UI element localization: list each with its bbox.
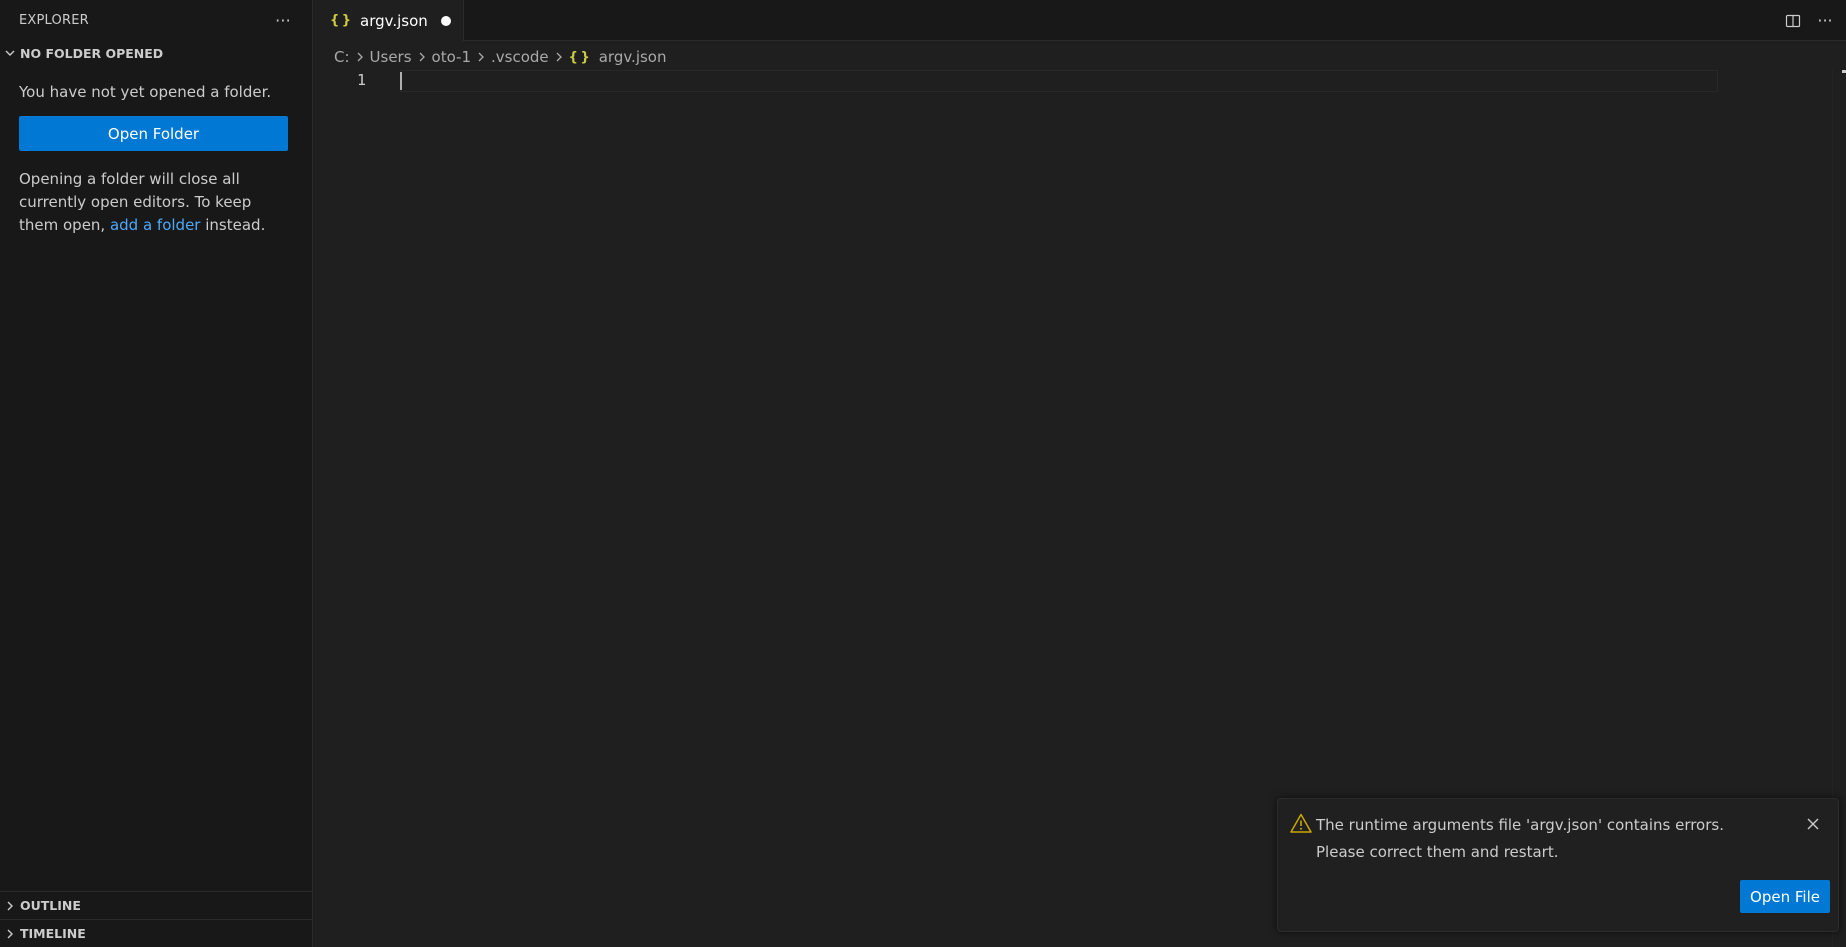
more-actions-icon[interactable]: ··· bbox=[268, 6, 298, 36]
breadcrumb-item-vscode[interactable]: .vscode bbox=[491, 48, 549, 66]
explorer-title: EXPLORER bbox=[19, 13, 89, 28]
unsaved-dot-icon[interactable] bbox=[441, 16, 451, 26]
outline-label: OUTLINE bbox=[20, 898, 81, 913]
json-file-icon: { } bbox=[330, 13, 351, 28]
tab-label: argv.json bbox=[360, 11, 428, 30]
editor-actions: ··· bbox=[1780, 0, 1838, 41]
chevron-down-icon bbox=[2, 45, 18, 61]
explorer-header: EXPLORER ··· bbox=[0, 0, 312, 41]
no-folder-message: You have not yet opened a folder. bbox=[19, 83, 272, 101]
chevron-right-icon bbox=[353, 51, 367, 63]
outline-section-header[interactable]: OUTLINE bbox=[0, 891, 313, 919]
breadcrumb-item-file[interactable]: { } argv.json bbox=[569, 48, 667, 66]
open-folder-button[interactable]: Open Folder bbox=[19, 116, 288, 151]
add-folder-link[interactable]: add a folder bbox=[110, 216, 201, 234]
chevron-right-icon bbox=[2, 898, 18, 914]
no-folder-section-header[interactable]: NO FOLDER OPENED bbox=[0, 41, 312, 65]
close-icon[interactable] bbox=[1802, 813, 1824, 835]
current-line-highlight[interactable] bbox=[400, 70, 1718, 92]
breadcrumb: C: Users oto-1 .vscode { } argv.json bbox=[334, 46, 666, 68]
open-file-button[interactable]: Open File bbox=[1740, 880, 1830, 913]
chevron-right-icon bbox=[474, 51, 488, 63]
timeline-section-header[interactable]: TIMELINE bbox=[0, 919, 313, 947]
no-folder-body: You have not yet opened a folder. Open F… bbox=[0, 82, 312, 237]
breadcrumb-item-drive[interactable]: C: bbox=[334, 48, 350, 66]
scrollbar-marker bbox=[1842, 70, 1846, 73]
breadcrumb-item-user[interactable]: oto-1 bbox=[432, 48, 471, 66]
chevron-right-icon bbox=[552, 51, 566, 63]
json-file-icon: { } bbox=[568, 49, 590, 65]
text-cursor bbox=[400, 72, 402, 90]
warning-icon bbox=[1290, 813, 1312, 833]
error-notification: The runtime arguments file 'argv.json' c… bbox=[1277, 798, 1839, 932]
breadcrumb-file-label: argv.json bbox=[598, 48, 667, 66]
section-title: NO FOLDER OPENED bbox=[20, 45, 164, 61]
timeline-label: TIMELINE bbox=[20, 926, 86, 941]
explorer-sidebar: EXPLORER ··· NO FOLDER OPENED You have n… bbox=[0, 0, 313, 947]
hint-text-after: instead. bbox=[200, 216, 266, 234]
chevron-right-icon bbox=[415, 51, 429, 63]
more-actions-icon[interactable]: ··· bbox=[1812, 8, 1838, 34]
chevron-right-icon bbox=[2, 926, 18, 942]
line-number: 1 bbox=[356, 71, 366, 89]
notification-message: The runtime arguments file 'argv.json' c… bbox=[1316, 816, 1724, 861]
no-folder-hint: Opening a folder will close all currentl… bbox=[19, 168, 293, 237]
editor-tab-bar: { } argv.json ··· bbox=[314, 0, 1846, 41]
split-editor-icon[interactable] bbox=[1780, 8, 1806, 34]
tab-argv-json[interactable]: { } argv.json bbox=[314, 0, 464, 41]
breadcrumb-item-users[interactable]: Users bbox=[370, 48, 412, 66]
